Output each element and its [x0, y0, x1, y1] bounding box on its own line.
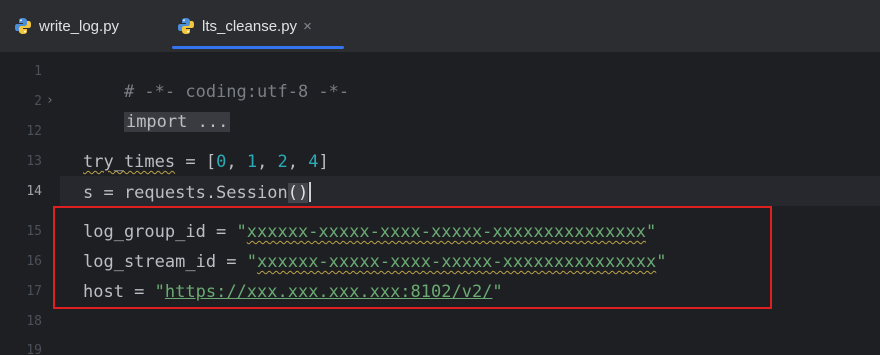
line-number: 19 [26, 343, 42, 355]
line-number: 1 [34, 64, 42, 79]
text-caret [309, 182, 312, 202]
number-literal: 0 [216, 152, 227, 172]
matched-parens: () [287, 183, 309, 203]
line-number: 13 [26, 154, 42, 169]
editor-tab-bar: write_log.py lts_cleanse.py × [0, 0, 880, 53]
tab-write-log[interactable]: write_log.py [14, 0, 119, 52]
annotation-highlight-box [53, 206, 772, 309]
operator-text: = [ [175, 152, 217, 172]
code-editor[interactable]: write_log.py lts_cleanse.py × 1 2 › 12 1… [0, 0, 880, 355]
expand-fold-icon[interactable]: › [46, 93, 54, 108]
close-icon[interactable]: × [303, 18, 312, 35]
tab-lts-cleanse[interactable]: lts_cleanse.py × [177, 0, 312, 52]
line-number: 17 [26, 284, 42, 299]
line-number: 16 [26, 254, 42, 269]
number-literal: 2 [277, 152, 288, 172]
line-number: 12 [26, 124, 42, 139]
tab-label: lts_cleanse.py [202, 17, 298, 35]
code-line[interactable]: import ... [83, 92, 231, 152]
number-literal: 4 [308, 152, 319, 172]
tab-label: write_log.py [39, 17, 120, 35]
folded-imports[interactable]: import ... [123, 112, 231, 132]
line-number-current: 14 [26, 184, 42, 199]
python-icon [14, 17, 32, 35]
code-line[interactable]: try_times = [0, 1, 2, 4] [83, 152, 329, 172]
number-literal: 1 [246, 152, 258, 172]
line-number: 2 [34, 94, 42, 109]
line-number: 18 [26, 314, 42, 329]
line-number: 15 [26, 224, 42, 239]
variable-name: try_times [83, 152, 176, 172]
python-icon [177, 17, 195, 35]
code-text: s = requests.Session [83, 183, 288, 203]
code-line-current[interactable]: s = requests.Session() [83, 182, 312, 203]
active-tab-indicator [172, 46, 344, 49]
